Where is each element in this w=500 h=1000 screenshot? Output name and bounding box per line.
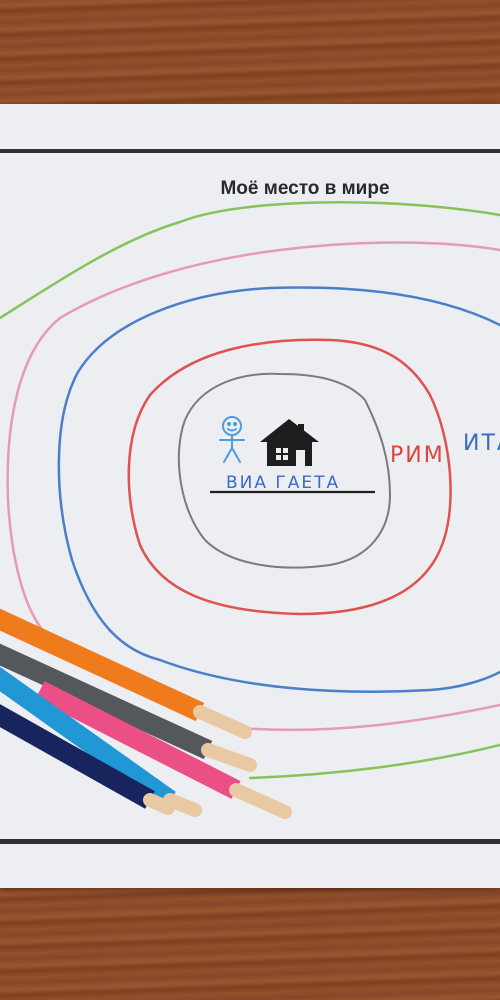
gray-ring (177, 372, 392, 569)
wooden-table-photo: Моё место в мире ВИА ГАЕТА РИМ ИТ (0, 0, 500, 1000)
pink-ring (6, 241, 500, 642)
colored-pencils (0, 608, 292, 819)
pink-pencil-tip (229, 783, 292, 819)
gray-pencil-tip (201, 743, 257, 772)
city-label: РИМ (390, 443, 445, 468)
navy-pencil-tip (143, 793, 175, 815)
street-label: ВИА ГАЕТА (226, 473, 340, 493)
orange-pencil-tip (193, 705, 252, 739)
country-label: ИТА (463, 431, 500, 456)
house-icon (260, 419, 319, 466)
green-ring-bottom (248, 743, 500, 780)
pink-ring-bottom (238, 703, 500, 732)
stick-person-icon (219, 416, 245, 463)
concentric-rings-drawing: ВИА ГАЕТА РИМ ИТА (0, 201, 500, 819)
